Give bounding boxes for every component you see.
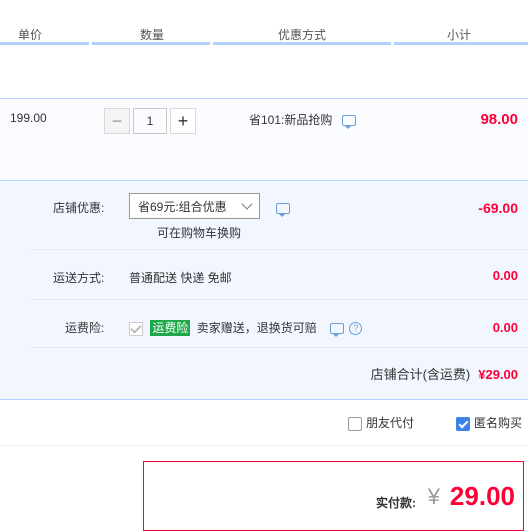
decrease-quantity-button[interactable]: −: [104, 108, 130, 134]
chevron-down-icon: [241, 198, 253, 210]
shop-total-label: 店铺合计(含运费): [370, 367, 471, 382]
insurance-row: 运费险 卖家赠送，退换货可赔 ?: [129, 319, 363, 338]
shipping-label: 运送方式:: [53, 271, 105, 285]
table-header: 单价 数量 优惠方式 小计: [0, 0, 528, 45]
shop-discount-select-value: 省69元:组合优惠: [138, 200, 227, 214]
shop-discount-note: 可在购物车换购: [157, 226, 242, 240]
item-promotion: 省101:新品抢购: [249, 111, 356, 130]
shop-discount-amount: -69.00: [478, 200, 518, 216]
shipping-amount: 0.00: [492, 268, 518, 283]
insurance-checkbox[interactable]: [129, 321, 143, 336]
divider: [30, 299, 528, 300]
insurance-tag: 运费险: [150, 320, 191, 336]
chat-icon[interactable]: [341, 115, 356, 130]
quantity-input[interactable]: 1: [133, 108, 167, 134]
header-underline: [213, 42, 391, 45]
insurance-description: 卖家赠送，退换货可赔: [196, 321, 317, 335]
header-discount-method: 优惠方式: [278, 28, 327, 42]
increase-quantity-button[interactable]: +: [170, 108, 196, 134]
shop-discount-label: 店铺优惠:: [53, 201, 105, 215]
insurance-amount: 0.00: [492, 320, 518, 335]
shop-discount-select[interactable]: 省69元:组合优惠: [129, 193, 260, 219]
header-quantity: 数量: [140, 28, 165, 42]
payment-amount: 29.00: [449, 481, 515, 511]
item-subtotal: 98.00: [480, 111, 518, 128]
chat-icon[interactable]: [330, 323, 345, 338]
payment-label: 实付款:: [376, 496, 416, 510]
order-item-row: 199.00 − 1 + 省101:新品抢购 98.00: [0, 98, 528, 181]
item-promotion-text: 省101:新品抢购: [249, 113, 333, 127]
header-subtotal: 小计: [447, 28, 472, 42]
anonymous-purchase-checkbox[interactable]: [456, 416, 470, 431]
quantity-stepper: − 1 +: [104, 108, 196, 134]
help-icon[interactable]: ?: [349, 322, 363, 336]
divider: [30, 347, 528, 348]
anonymous-purchase-option[interactable]: 匿名购买: [456, 414, 522, 431]
header-underline: [92, 42, 210, 45]
divider: [30, 249, 528, 250]
chat-icon[interactable]: [276, 203, 290, 218]
divider: [0, 445, 528, 446]
friend-pay-option[interactable]: 朋友代付: [348, 414, 414, 431]
shipping-method: 普通配送 快递 免邮: [129, 271, 232, 285]
insurance-label: 运费险:: [65, 321, 105, 335]
friend-pay-label: 朋友代付: [366, 416, 415, 430]
currency-symbol: ¥: [427, 484, 440, 509]
friend-pay-checkbox[interactable]: [348, 416, 362, 431]
header-underline: [0, 42, 89, 45]
item-unit-price: 199.00: [10, 111, 47, 125]
anonymous-purchase-label: 匿名购买: [474, 416, 523, 430]
header-underline: [394, 42, 528, 45]
header-unit-price: 单价: [18, 28, 43, 42]
shop-total-amount: ¥29.00: [478, 367, 518, 382]
shop-total: 店铺合计(含运费) ¥29.00: [371, 364, 518, 383]
